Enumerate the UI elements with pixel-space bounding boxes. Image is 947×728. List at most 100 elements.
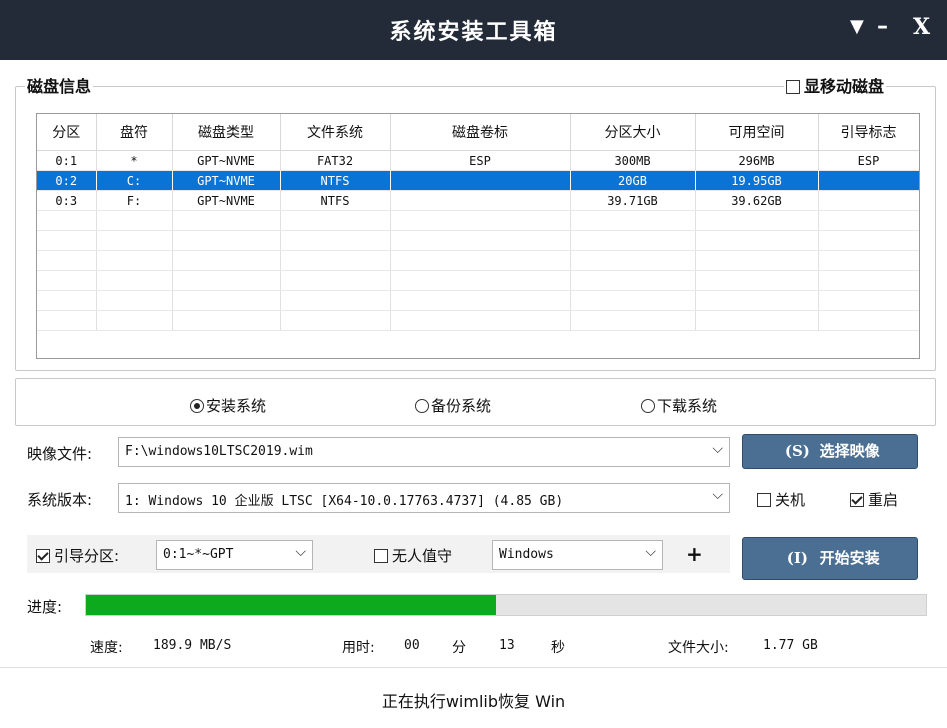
progress-bar — [85, 594, 927, 616]
table-cell — [818, 230, 920, 251]
column-header[interactable]: 盘符 — [96, 114, 173, 151]
start-install-label: 开始安装 — [819, 549, 880, 567]
table-cell — [280, 290, 391, 311]
table-cell — [37, 210, 97, 231]
unattended-label: 无人值守 — [392, 547, 453, 565]
table-cell — [280, 250, 391, 271]
table-cell — [172, 310, 281, 331]
radio-icon[interactable] — [415, 399, 429, 413]
elapsed-minutes: 00 — [404, 638, 420, 653]
menu-dropdown-icon[interactable]: ▼ — [850, 16, 864, 37]
table-cell — [390, 290, 571, 311]
table-cell — [390, 230, 571, 251]
table-cell: ESP — [390, 150, 571, 171]
disk-info-title: 磁盘信息 — [25, 73, 94, 97]
table-cell — [818, 190, 920, 211]
minimize-button[interactable]: – — [877, 14, 888, 39]
column-header[interactable]: 引导标志 — [818, 114, 920, 151]
progress-fill — [86, 595, 496, 615]
boot-partition-select[interactable]: 0:1~*~GPT ⌵ — [156, 540, 313, 570]
radio-icon[interactable] — [641, 399, 655, 413]
radio-install-system[interactable]: 安装系统 — [190, 395, 266, 416]
table-cell — [570, 250, 696, 271]
table-cell: 300MB — [570, 150, 696, 171]
table-cell — [172, 270, 281, 291]
seconds-unit: 秒 — [551, 640, 565, 656]
show-mobile-disk-checkbox[interactable]: 显移动磁盘 — [784, 73, 887, 97]
chevron-down-icon[interactable]: ⌵ — [645, 544, 656, 560]
table-cell — [96, 270, 173, 291]
column-header[interactable]: 文件系统 — [280, 114, 391, 151]
install-label: 安装系统 — [206, 397, 267, 415]
column-header[interactable]: 可用空间 — [695, 114, 819, 151]
chevron-down-icon[interactable]: ⌵ — [295, 544, 306, 560]
column-header[interactable]: 磁盘卷标 — [390, 114, 571, 151]
speed-label: 速度: — [90, 640, 123, 656]
select-image-label: 选择映像 — [819, 442, 880, 460]
table-cell — [37, 290, 97, 311]
table-cell — [390, 170, 571, 191]
checkbox-icon[interactable] — [374, 549, 388, 563]
unattended-select[interactable]: Windows ⌵ — [492, 540, 663, 570]
image-file-select[interactable]: F:\windows10LTSC2019.wim ⌵ — [118, 437, 730, 467]
system-version-value: 1: Windows 10 企业版 LTSC [X64-10.0.17763.4… — [125, 494, 564, 509]
column-header[interactable]: 磁盘类型 — [172, 114, 281, 151]
table-cell: NTFS — [280, 190, 391, 211]
divider — [0, 667, 947, 668]
checkbox-icon[interactable] — [757, 493, 771, 507]
table-cell — [570, 230, 696, 251]
table-cell — [96, 230, 173, 251]
system-version-label: 系统版本: — [27, 491, 93, 509]
unattended-value: Windows — [499, 547, 554, 562]
plus-button[interactable]: + — [686, 542, 703, 566]
checkbox-icon[interactable] — [786, 80, 800, 94]
table-cell: GPT~NVME — [172, 170, 281, 191]
table-cell — [390, 210, 571, 231]
table-cell — [172, 290, 281, 311]
table-row[interactable]: 0:3 F: GPT~NVME NTFS 39.71GB 39.62GB — [37, 190, 920, 211]
table-cell — [37, 250, 97, 271]
table-cell — [818, 270, 920, 291]
radio-download-system[interactable]: 下载系统 — [641, 395, 717, 416]
empty-table-row — [37, 310, 920, 331]
restart-checkbox[interactable]: 重启 — [850, 489, 898, 510]
table-cell: 296MB — [695, 150, 819, 171]
column-header[interactable]: 分区 — [37, 114, 97, 151]
table-cell: ESP — [818, 150, 920, 171]
chevron-down-icon[interactable]: ⌵ — [712, 487, 723, 503]
table-cell: NTFS — [280, 170, 391, 191]
checkbox-icon[interactable] — [36, 549, 50, 563]
table-cell — [280, 270, 391, 291]
boot-partition-value: 0:1~*~GPT — [163, 547, 234, 562]
checkbox-icon[interactable] — [850, 493, 864, 507]
column-header[interactable]: 分区大小 — [570, 114, 696, 151]
table-cell — [695, 250, 819, 271]
select-image-button[interactable]: (S) 选择映像 — [742, 434, 918, 469]
disk-table: 分区 盘符 磁盘类型 文件系统 磁盘卷标 分区大小 可用空间 引导标志 0:1 *… — [37, 114, 920, 331]
shutdown-checkbox[interactable]: 关机 — [757, 489, 805, 510]
table-row[interactable]: 0:2 C: GPT~NVME NTFS 20GB 19.95GB — [37, 170, 920, 191]
close-button[interactable]: X — [913, 14, 930, 40]
boot-partition-checkbox[interactable]: 引导分区: — [36, 545, 119, 566]
show-mobile-label: 显移动磁盘 — [804, 77, 885, 96]
download-label: 下载系统 — [657, 397, 718, 415]
radio-selected-icon[interactable] — [190, 399, 204, 413]
table-cell — [695, 270, 819, 291]
start-install-button[interactable]: (I) 开始安装 — [742, 537, 918, 580]
table-cell — [37, 310, 97, 331]
table-cell — [390, 190, 571, 211]
empty-table-row — [37, 210, 920, 231]
chevron-down-icon[interactable]: ⌵ — [712, 441, 723, 457]
radio-backup-system[interactable]: 备份系统 — [415, 395, 491, 416]
empty-table-row — [37, 250, 920, 271]
table-cell — [172, 230, 281, 251]
unattended-checkbox[interactable]: 无人值守 — [374, 545, 452, 566]
status-message: 正在执行wimlib恢复 Win — [381, 692, 566, 711]
system-version-select[interactable]: 1: Windows 10 企业版 LTSC [X64-10.0.17763.4… — [118, 483, 730, 513]
table-row[interactable]: 0:1 * GPT~NVME FAT32 ESP 300MB 296MB ESP — [37, 150, 920, 171]
empty-table-row — [37, 290, 920, 311]
table-cell — [818, 310, 920, 331]
table-cell — [818, 250, 920, 271]
table-cell — [390, 250, 571, 271]
table-cell: 19.95GB — [695, 170, 819, 191]
